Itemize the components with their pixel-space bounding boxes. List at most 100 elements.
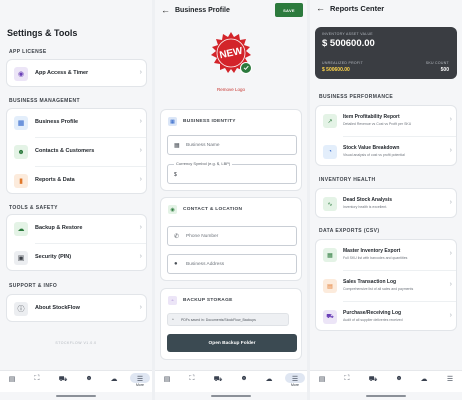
asset-value-label: INVENTORY ASSET VALUE [322, 32, 373, 36]
open-backup-folder-button[interactable]: Open Backup Folder [167, 334, 297, 352]
nav-sales[interactable]: ⛶ [182, 375, 202, 391]
chevron-right-icon: › [139, 224, 142, 231]
report-item-profitability[interactable]: ↗ Item Profitability Report Detailed Rev… [316, 106, 458, 136]
chevron-right-icon: › [139, 176, 142, 183]
info-icon: ⓘ [14, 302, 28, 316]
app-version: STOCKFLOW V1.0.0 [55, 341, 97, 345]
box-icon: ▤ [163, 376, 171, 383]
report-item-sales-log[interactable]: ▤ Sales Transaction Log Comprehensive li… [316, 271, 458, 301]
truck-icon: ⛟ [213, 376, 223, 383]
menu-item-label: Backup & Restore [35, 225, 83, 231]
nav-purchases[interactable]: ⛟ [363, 375, 383, 391]
save-button[interactable]: SAVE [275, 3, 303, 17]
chart-icon: ▮ [14, 174, 28, 188]
app-license-card: ◉ App Access & Timer › [6, 59, 147, 87]
menu-item-reports-data[interactable]: ▮ Reports & Data › [7, 167, 148, 195]
nav-inventory[interactable]: ▤ [157, 375, 177, 391]
pie-icon: ◔ [323, 145, 337, 159]
back-arrow-icon[interactable]: ← [161, 5, 170, 15]
nav-more[interactable]: ☰ More [285, 375, 305, 391]
section-title: BUSINESS IDENTITY [183, 119, 236, 124]
cloud-icon: ☁ [110, 376, 118, 383]
people-icon: ☻ [85, 375, 93, 382]
section-label-business-performance: BUSINESS PERFORMANCE [319, 94, 394, 100]
box-icon: ▤ [8, 376, 16, 383]
menu-item-app-access[interactable]: ◉ App Access & Timer › [7, 60, 148, 88]
menu-icon: ☰ [446, 376, 454, 383]
chevron-right-icon: › [449, 147, 452, 154]
people-icon: ☻ [240, 375, 248, 382]
nav-sales[interactable]: ⛶ [27, 375, 47, 391]
support-info-card: ⓘ About StockFlow › [6, 294, 147, 322]
section-label-data-exports: DATA EXPORTS (CSV) [319, 228, 380, 234]
section-label-inventory-health: INVENTORY HEALTH [319, 177, 376, 183]
location-pin-icon: ● [174, 261, 178, 267]
phone-number-field[interactable]: ✆ Phone Number [167, 226, 297, 246]
menu-item-business-profile[interactable]: ▦ Business Profile › [7, 109, 148, 137]
nav-more-label: More [136, 383, 144, 387]
report-title: Stock Value Breakdown [343, 145, 400, 151]
gesture-bar [366, 395, 406, 397]
phone-icon: ✆ [174, 234, 180, 240]
nav-contacts[interactable]: ☻ [389, 375, 409, 391]
chevron-right-icon: › [139, 69, 142, 76]
currency-symbol-field[interactable]: Currency Symbol (e.g. $, LBP) $ [167, 161, 297, 184]
gesture-bar [56, 395, 96, 397]
business-performance-card: ↗ Item Profitability Report Detailed Rev… [315, 105, 457, 166]
business-address-field[interactable]: ● Business Address [167, 254, 297, 274]
folder-icon: ▫ [172, 317, 174, 323]
nav-backup[interactable]: ☁ [414, 375, 434, 391]
menu-icon: ☰ [136, 376, 144, 383]
nav-purchases[interactable]: ⛟ [53, 375, 73, 391]
backup-path-display: ▫ PDFs saved in: Documents/StockFlow_Bac… [167, 313, 289, 326]
menu-item-security-pin[interactable]: ▣ Security (PIN) › [7, 244, 148, 272]
report-title: Purchase/Receiving Log [343, 310, 402, 316]
report-title: Dead Stock Analysis [343, 197, 393, 203]
nav-backup[interactable]: ☁ [104, 375, 124, 391]
reports-center-screen: ← Reports Center INVENTORY ASSET VALUE $… [310, 0, 462, 400]
menu-item-label: Security (PIN) [35, 254, 72, 260]
nav-sales[interactable]: ⛶ [337, 375, 357, 391]
truck-icon: ⛟ [323, 310, 337, 324]
report-item-master-inventory[interactable]: ▦ Master Inventory Export Full SKU list … [316, 240, 458, 270]
business-logo[interactable]: NEW [209, 31, 253, 75]
nav-inventory[interactable]: ▤ [312, 375, 332, 391]
nav-more[interactable]: ☰ [440, 375, 460, 391]
page-title: Reports Center [330, 4, 385, 13]
currency-field-label: Currency Symbol (e.g. $, LBP) [174, 161, 233, 166]
menu-item-contacts[interactable]: ☻ Contacts & Customers › [7, 138, 148, 166]
contact-location-card: ◉ CONTACT & LOCATION ✆ Phone Number ● Bu… [160, 197, 302, 281]
trend-icon: ↗ [323, 114, 337, 128]
bottom-nav: ▤ ⛶ ⛟ ☻ ☁ ☰ [310, 370, 462, 392]
unrealized-profit-label: UNREALIZED PROFIT [322, 61, 364, 65]
back-arrow-icon[interactable]: ← [316, 3, 325, 13]
backup-storage-card: ▫ BACKUP STORAGE ▫ PDFs saved in: Docume… [160, 288, 302, 360]
report-item-dead-stock[interactable]: ∿ Dead Stock Analysis Inventory health i… [316, 189, 458, 219]
report-title: Sales Transaction Log [343, 279, 397, 285]
nav-purchases[interactable]: ⛟ [208, 375, 228, 391]
cloud-icon: ☁ [14, 222, 28, 236]
report-item-stock-value[interactable]: ◔ Stock Value Breakdown Visual analysis … [316, 137, 458, 167]
report-title: Item Profitability Report [343, 114, 400, 120]
report-item-purchase-log[interactable]: ⛟ Purchase/Receiving Log Audit of all su… [316, 302, 458, 332]
business-name-field[interactable]: ▦ Business Name [167, 135, 297, 155]
sku-count-value: 500 [440, 67, 449, 73]
report-description: Full SKU list with barcodes and quantiti… [343, 256, 408, 260]
nav-more[interactable]: ☰ More [130, 375, 150, 391]
nav-inventory[interactable]: ▤ [2, 375, 22, 391]
box-icon: ▤ [318, 376, 326, 383]
menu-item-backup-restore[interactable]: ☁ Backup & Restore › [7, 215, 148, 243]
nav-backup[interactable]: ☁ [259, 375, 279, 391]
nav-contacts[interactable]: ☻ [234, 375, 254, 391]
pulse-icon: ∿ [323, 197, 337, 211]
lock-icon: ▣ [14, 251, 28, 265]
asset-value: $ 500600.00 [322, 38, 375, 49]
grid-icon: ▦ [323, 248, 337, 262]
address-placeholder: Business Address [186, 262, 225, 267]
menu-item-label: About StockFlow [35, 305, 80, 311]
chevron-right-icon: › [139, 253, 142, 260]
nav-contacts[interactable]: ☻ [79, 375, 99, 391]
remove-logo-link[interactable]: Remove Logo [155, 87, 307, 92]
section-label-support-info: SUPPORT & INFO [9, 283, 58, 289]
menu-item-about[interactable]: ⓘ About StockFlow › [7, 295, 148, 323]
